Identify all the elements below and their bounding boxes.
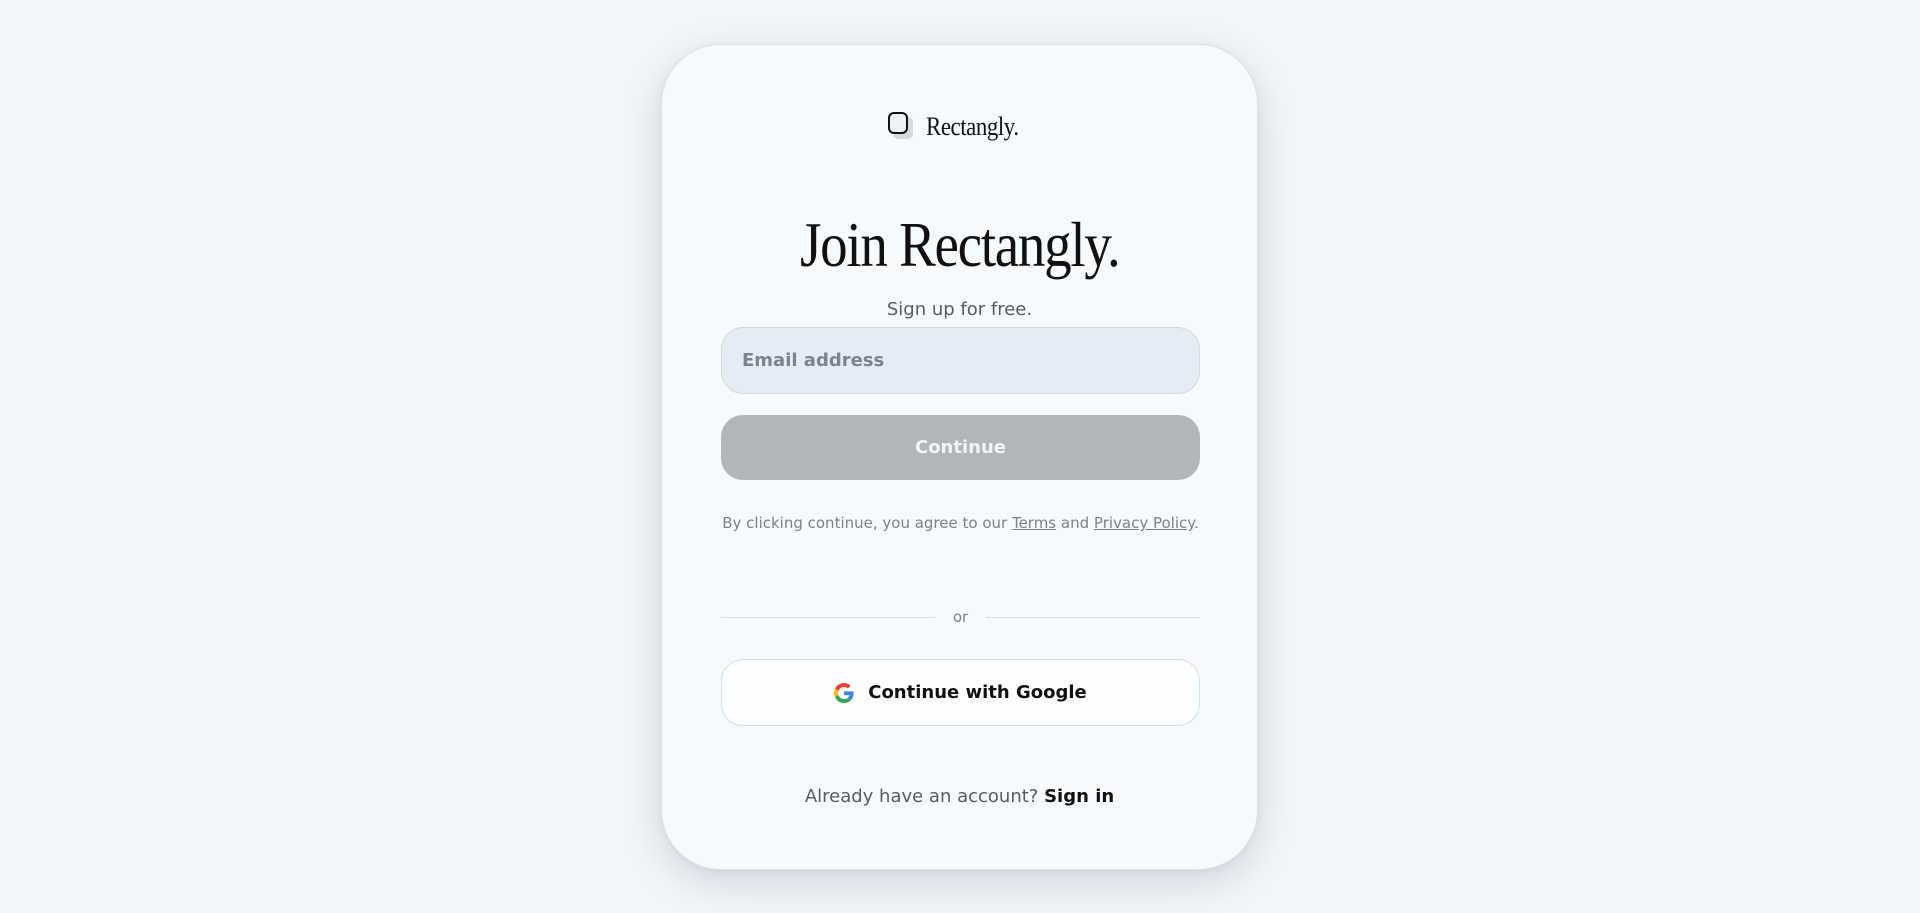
signup-card: Rectangly. Join Rectangly. Sign up for f…	[661, 44, 1258, 870]
page-title-text: Join Rectangly.	[799, 209, 1121, 280]
page-title: Join Rectangly.	[662, 213, 1257, 277]
continue-with-google-button[interactable]: Continue with Google	[721, 659, 1200, 726]
email-field[interactable]	[721, 327, 1200, 394]
signin-prompt-text: Already have an account?	[804, 786, 1039, 807]
divider-line-left	[721, 616, 935, 618]
rectangle-logo-icon	[887, 112, 916, 142]
brand-logo: Rectangly.	[662, 112, 1257, 142]
page-subtitle: Sign up for free.	[886, 299, 1033, 320]
terms-suffix: .	[1194, 514, 1199, 532]
terms-link[interactable]: Terms	[1012, 514, 1056, 532]
google-button-label: Continue with Google	[868, 682, 1087, 703]
divider-label: or	[952, 608, 969, 626]
terms-middle: and	[1056, 514, 1094, 532]
terms-prefix: By clicking continue, you agree to our	[722, 514, 1012, 532]
or-divider: or	[721, 608, 1201, 626]
google-icon	[834, 682, 854, 703]
signin-prompt: Already have an account? Sign in	[662, 786, 1257, 807]
brand-name: Rectangly.	[925, 112, 1019, 141]
terms-notice: By clicking continue, you agree to our T…	[721, 511, 1200, 535]
sign-in-link[interactable]: Sign in	[1044, 786, 1114, 807]
continue-button[interactable]: Continue	[721, 415, 1200, 480]
privacy-policy-link[interactable]: Privacy Policy	[1094, 514, 1194, 532]
divider-line-right	[986, 616, 1201, 618]
